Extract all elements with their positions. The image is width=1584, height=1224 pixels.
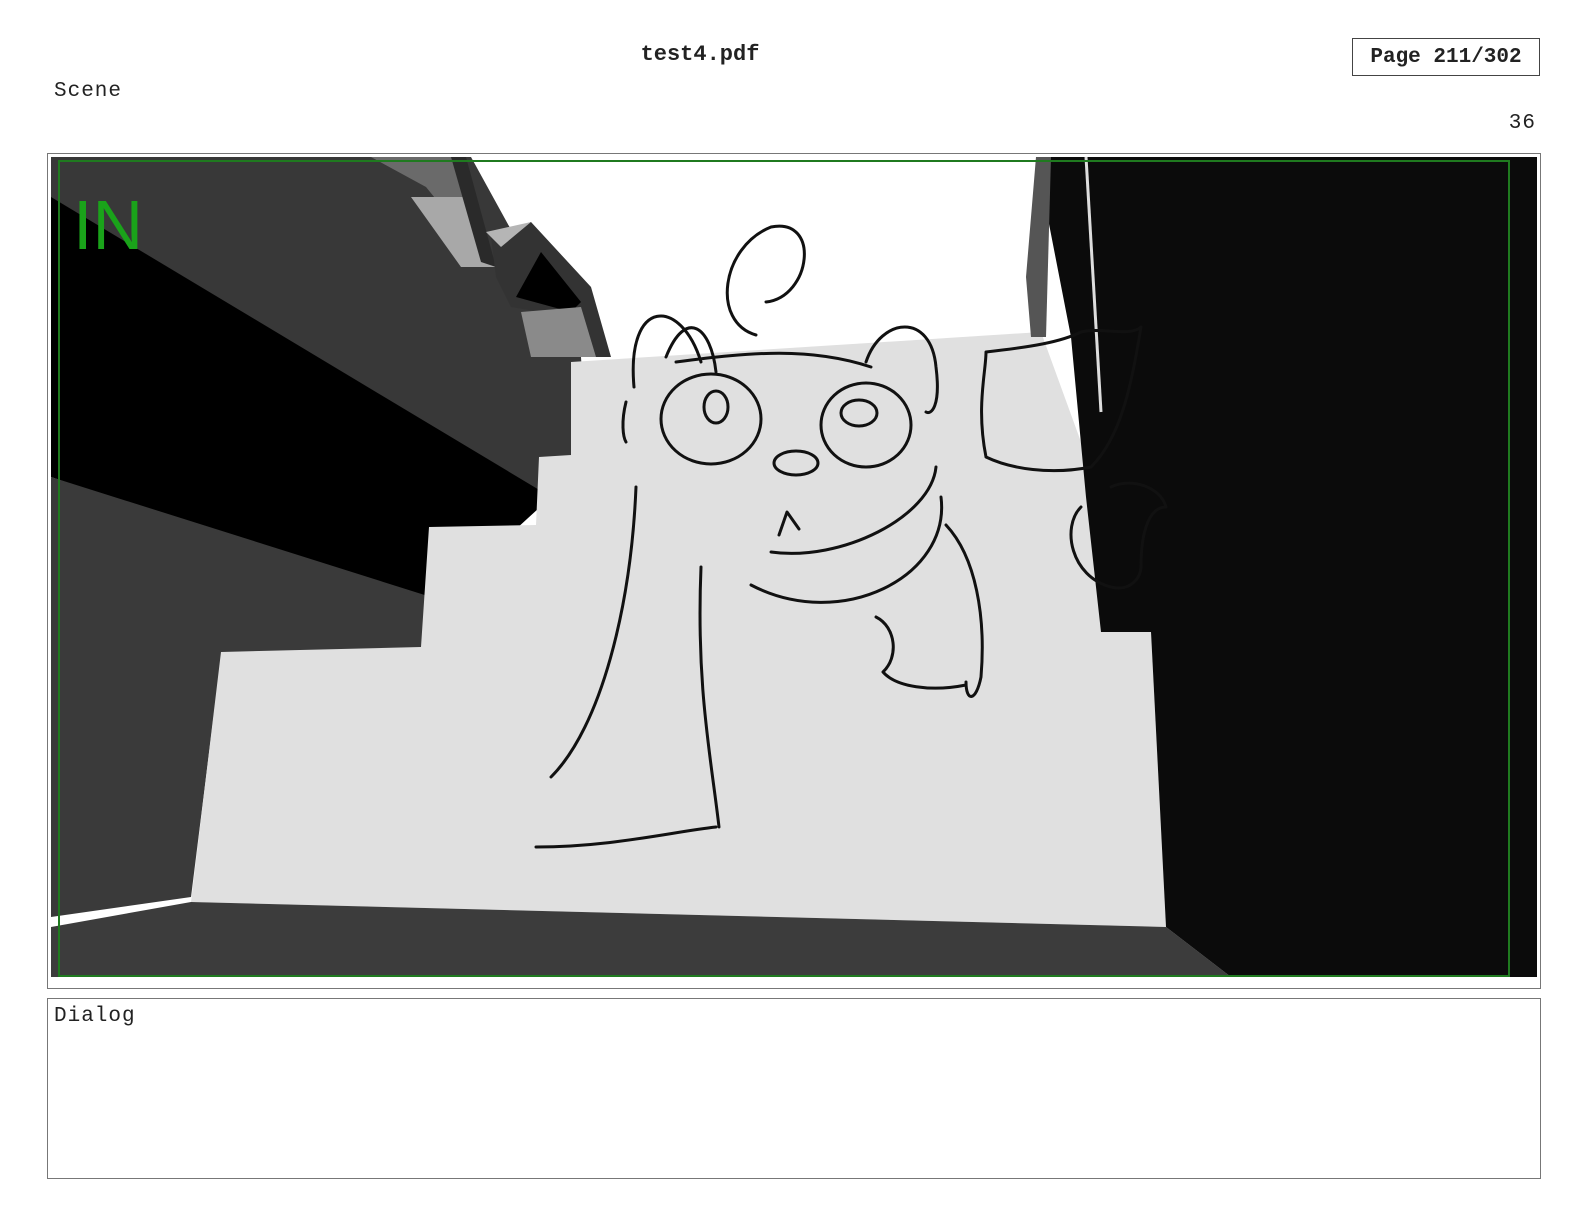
camera-tag: IN xyxy=(73,186,143,264)
storyboard-drawing: IN xyxy=(51,157,1537,985)
scene-label: Scene xyxy=(54,80,123,103)
document-title: test4.pdf xyxy=(640,42,760,67)
storyboard-panel: IN xyxy=(47,153,1541,989)
dialog-label: Dialog xyxy=(54,1005,136,1028)
scene-number: 36 xyxy=(1508,112,1536,135)
dialog-box: Dialog xyxy=(47,998,1541,1179)
page-indicator: Page 211/302 xyxy=(1352,38,1540,76)
